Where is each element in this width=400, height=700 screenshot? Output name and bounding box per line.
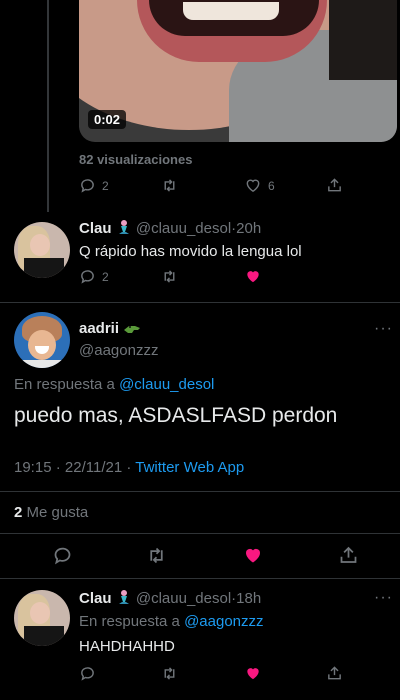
mermaid-emoji xyxy=(116,219,132,239)
tweet-time[interactable]: 19:15 xyxy=(14,459,52,476)
avatar[interactable] xyxy=(14,312,70,368)
tweet-meta: 19:15 · 22/11/21 · Twitter Web App xyxy=(14,459,244,476)
display-name-row: aadrii xyxy=(79,320,141,339)
tweet-text: Q rápido has movido la lengua lol xyxy=(79,243,302,260)
retweet-button[interactable] xyxy=(160,177,179,194)
more-icon[interactable]: ··· xyxy=(374,589,393,607)
retweet-button[interactable] xyxy=(160,665,179,682)
mention-link[interactable]: @aagonzzz xyxy=(184,613,263,630)
share-button[interactable] xyxy=(326,176,343,194)
tweet-source[interactable]: Twitter Web App xyxy=(135,459,244,476)
share-icon xyxy=(328,178,341,192)
handle[interactable]: @aagonzzz xyxy=(79,342,158,359)
like-button[interactable] xyxy=(242,545,264,566)
like-button[interactable]: 6 xyxy=(244,177,275,194)
tweet-text: HAHDHAHHD xyxy=(79,638,175,655)
retweet-icon xyxy=(164,179,175,192)
likes-summary[interactable]: 2 Me gusta xyxy=(14,504,88,521)
thread-line xyxy=(47,0,49,212)
divider xyxy=(0,491,400,492)
reply-icon xyxy=(81,667,94,681)
retweet-icon xyxy=(150,547,163,564)
share-button[interactable] xyxy=(326,664,343,682)
like-button[interactable] xyxy=(244,268,262,285)
tweet-header: Clau @clauu_desol·18h xyxy=(79,589,261,609)
share-button[interactable] xyxy=(338,544,359,566)
display-name[interactable]: Clau xyxy=(79,220,112,237)
reply-icon xyxy=(81,270,94,284)
mention-link[interactable]: @clauu_desol xyxy=(119,376,214,393)
more-icon[interactable]: ··· xyxy=(374,320,393,338)
share-icon xyxy=(340,546,357,563)
display-name[interactable]: Clau xyxy=(79,590,112,607)
reply-button[interactable] xyxy=(52,545,73,566)
retweet-button[interactable] xyxy=(145,545,168,566)
mermaid-emoji xyxy=(116,589,132,609)
replying-label: En respuesta a xyxy=(79,613,180,630)
tweet-header: Clau @clauu_desol·20h xyxy=(79,219,261,239)
tweet-video[interactable]: 0:02 xyxy=(79,0,397,142)
avatar[interactable] xyxy=(14,222,70,278)
timestamp[interactable]: 18h xyxy=(236,590,261,607)
like-icon xyxy=(246,548,260,563)
likes-label: Me gusta xyxy=(26,504,89,521)
like-icon xyxy=(247,271,259,283)
reply-count: 2 xyxy=(102,269,109,284)
separator: · xyxy=(126,459,132,476)
crocodile-emoji xyxy=(123,321,141,339)
handle[interactable]: @clauu_desol xyxy=(136,590,231,607)
likes-count: 2 xyxy=(14,504,23,521)
reply-button[interactable]: 2 xyxy=(79,177,109,194)
tweet-text: puedo mas, ASDASLFASD perdon xyxy=(14,404,338,427)
tweet-date[interactable]: 22/11/21 xyxy=(65,459,122,476)
reply-button[interactable] xyxy=(79,665,96,682)
retweet-button[interactable] xyxy=(160,268,179,285)
reply-icon xyxy=(81,179,94,193)
like-icon xyxy=(247,668,259,680)
like-button[interactable] xyxy=(244,665,262,682)
divider xyxy=(0,578,400,579)
share-icon xyxy=(328,666,341,680)
video-duration: 0:02 xyxy=(88,110,127,129)
replying-label: En respuesta a xyxy=(14,376,115,393)
replying-to: En respuesta a @clauu_desol xyxy=(14,376,214,393)
retweet-icon xyxy=(164,667,175,680)
divider xyxy=(0,533,400,534)
like-count: 6 xyxy=(268,178,275,193)
avatar[interactable] xyxy=(14,590,70,646)
separator: · xyxy=(55,459,61,476)
reply-count: 2 xyxy=(102,178,109,193)
like-icon xyxy=(246,179,260,193)
retweet-icon xyxy=(164,270,175,283)
display-name[interactable]: aadrii xyxy=(79,320,119,337)
divider xyxy=(0,302,400,303)
reply-button[interactable]: 2 xyxy=(79,268,109,285)
view-count: 82 visualizaciones xyxy=(79,152,193,167)
replying-to: En respuesta a @aagonzzz xyxy=(79,613,264,630)
handle[interactable]: @clauu_desol xyxy=(136,220,231,237)
reply-icon xyxy=(54,547,71,565)
timestamp[interactable]: 20h xyxy=(236,220,261,237)
